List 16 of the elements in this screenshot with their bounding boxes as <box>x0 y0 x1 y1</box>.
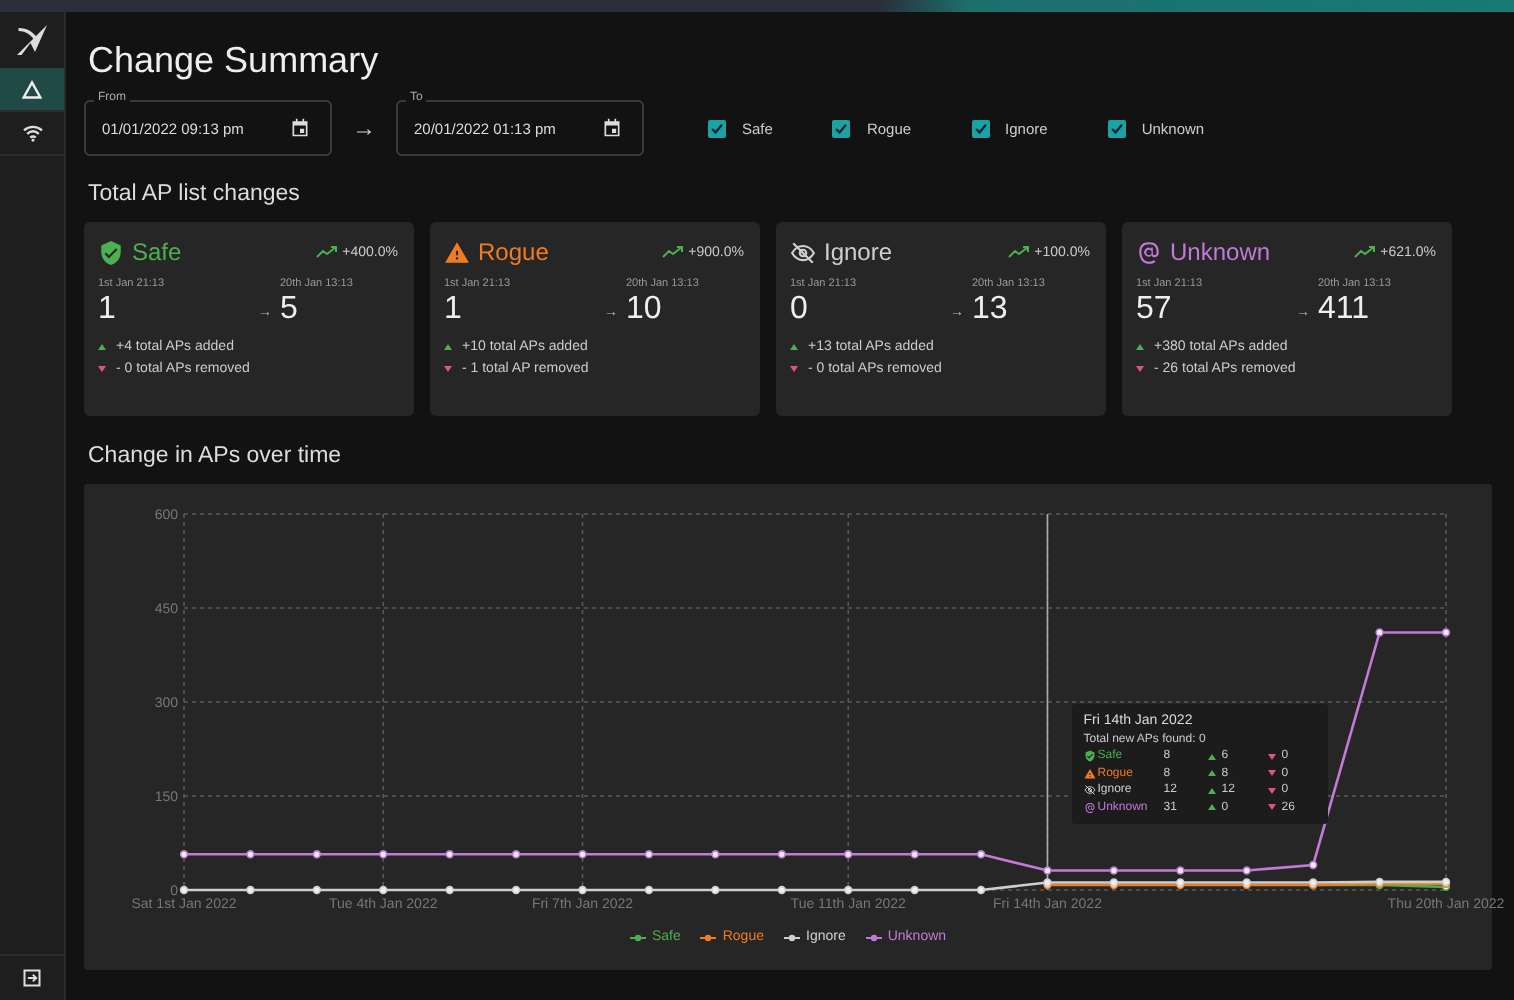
card-title: Ignore <box>824 238 893 266</box>
count-value: 10 <box>626 292 664 328</box>
count-value: 0 <box>790 292 810 328</box>
card-title: Safe <box>132 238 182 266</box>
count-value: 1 <box>444 292 464 328</box>
section-heading: Change in APs over time <box>88 444 344 468</box>
count-value: 1 <box>98 292 118 328</box>
count-value: 5 <box>280 292 300 328</box>
count-value: 57 <box>1136 292 1174 328</box>
count-value: 13 <box>972 292 1010 328</box>
page-title: Change Summary <box>88 40 381 82</box>
card-title: Unknown <box>1170 238 1271 266</box>
section-heading: Total AP list changes <box>88 182 302 206</box>
arrow-icon: → <box>352 114 376 142</box>
count-value: 411 <box>1318 292 1372 328</box>
card-title: Rogue <box>478 238 549 266</box>
